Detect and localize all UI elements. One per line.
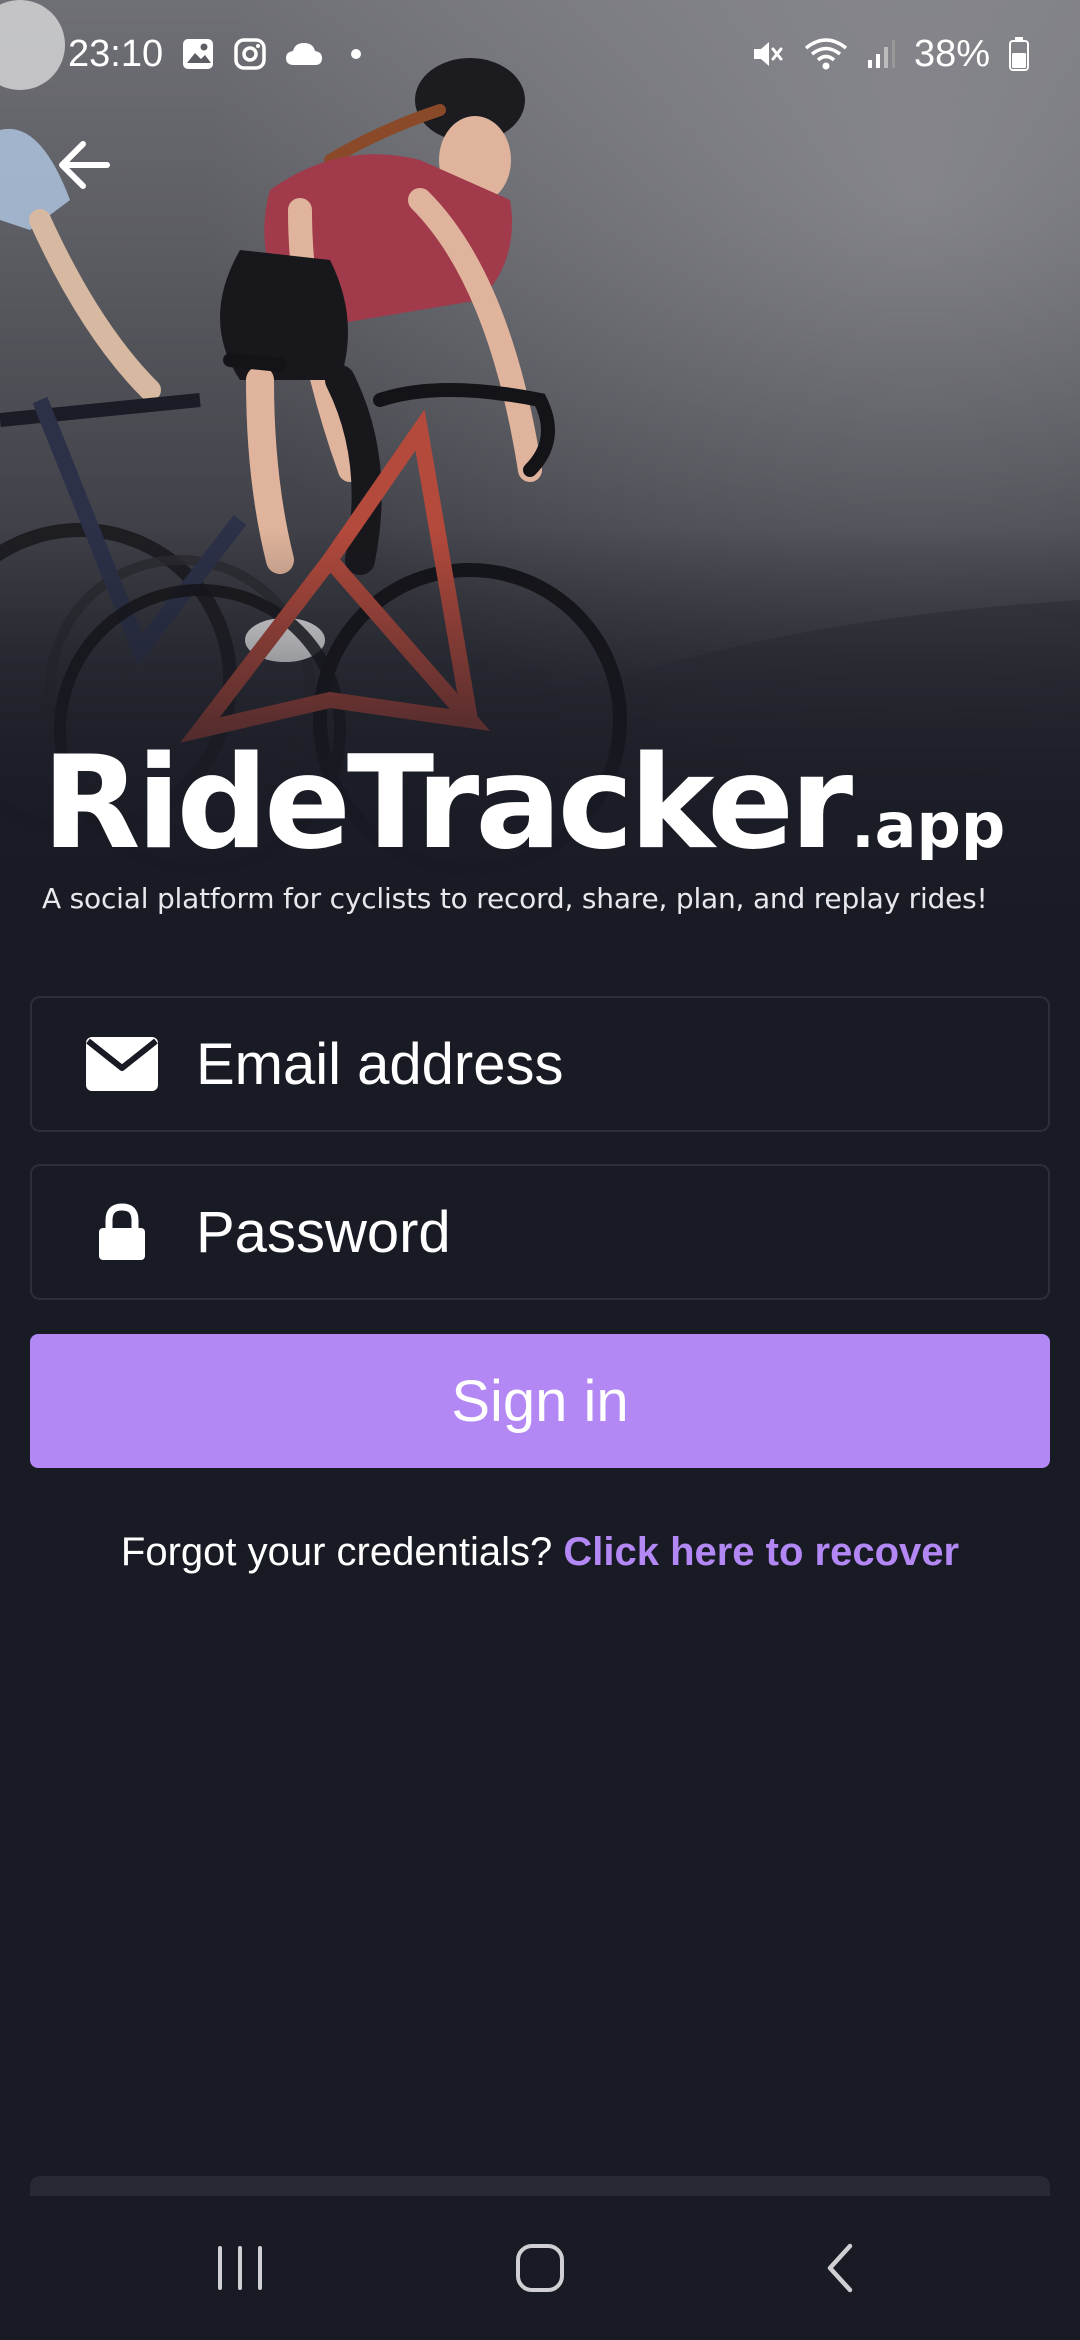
forgot-text: Forgot your credentials? bbox=[120, 1530, 553, 1574]
envelope-icon bbox=[62, 1036, 182, 1092]
brand: RideTracker .app A social platform for c… bbox=[42, 740, 1042, 916]
system-nav-bar bbox=[0, 2196, 1080, 2340]
back-icon bbox=[827, 2243, 853, 2293]
battery-percent: 38% bbox=[913, 32, 990, 75]
back-button[interactable] bbox=[50, 130, 120, 200]
dot-icon bbox=[341, 47, 371, 61]
status-time: 23:10 bbox=[68, 32, 164, 75]
mute-icon bbox=[750, 36, 786, 72]
brand-logo: RideTracker .app bbox=[42, 740, 1042, 868]
wifi-icon bbox=[804, 36, 848, 72]
brand-suffix: .app bbox=[851, 789, 1006, 862]
home-icon bbox=[516, 2244, 564, 2292]
home-button[interactable] bbox=[480, 2218, 600, 2318]
forgot-credentials: Forgot your credentials? Click here to r… bbox=[0, 1530, 1080, 1575]
status-left: 23:10 bbox=[68, 33, 371, 76]
instagram-icon bbox=[233, 37, 267, 71]
sign-in-button[interactable]: Sign in bbox=[30, 1334, 1050, 1468]
status-right: 38% bbox=[750, 33, 1030, 76]
cloud-icon bbox=[285, 41, 323, 67]
signal-icon bbox=[866, 38, 896, 70]
password-input[interactable] bbox=[196, 1198, 1048, 1266]
arrow-left-icon bbox=[59, 141, 110, 189]
password-field[interactable] bbox=[30, 1164, 1050, 1300]
battery-icon bbox=[1008, 36, 1030, 72]
email-input[interactable] bbox=[196, 1030, 1048, 1098]
recents-button[interactable] bbox=[180, 2218, 300, 2318]
nav-back-button[interactable] bbox=[780, 2218, 900, 2318]
brand-tagline: A social platform for cyclists to record… bbox=[42, 882, 988, 915]
recover-link[interactable]: Click here to recover bbox=[563, 1530, 959, 1574]
lock-icon bbox=[62, 1203, 182, 1261]
brand-name: RideTracker bbox=[42, 729, 853, 878]
status-bar: 23:10 38% bbox=[0, 0, 1080, 108]
bottom-sheet-handle bbox=[30, 2176, 1050, 2196]
gallery-icon bbox=[181, 37, 215, 71]
recents-icon bbox=[218, 2246, 262, 2290]
email-field[interactable] bbox=[30, 996, 1050, 1132]
